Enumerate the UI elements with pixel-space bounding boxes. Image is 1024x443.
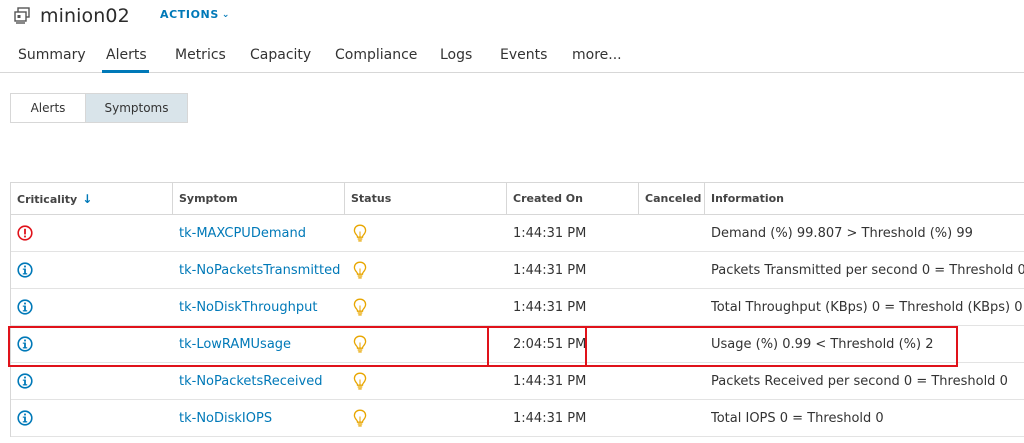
tab-logs[interactable]: Logs	[440, 47, 472, 63]
canceled-on-value	[645, 400, 705, 437]
created-on-value: 1:44:31 PM	[513, 300, 587, 315]
canceled-on-value	[645, 289, 705, 326]
lightbulb-icon	[353, 261, 367, 280]
toggle-symptoms-button[interactable]: Symptoms	[86, 94, 187, 122]
created-on-value: 1:44:31 PM	[513, 411, 587, 426]
lightbulb-icon	[353, 298, 367, 317]
canceled-on-value	[645, 215, 705, 252]
symptom-link[interactable]: tk-NoPacketsReceived	[179, 363, 345, 400]
canceled-on-value	[645, 252, 705, 289]
info-icon	[17, 262, 33, 278]
column-header-criticality[interactable]: Criticality ↓	[11, 183, 173, 215]
table-row[interactable]: tk-NoPacketsReceived 1:44:31 PM Packets Re…	[11, 363, 1024, 400]
created-on-value: 1:44:31 PM	[513, 263, 587, 278]
page-title: minion02	[40, 5, 130, 27]
table-row[interactable]: tk-MAXCPUDemand 1:44:31 PM Demand (%) 99.8…	[11, 215, 1024, 252]
view-toggle: Alerts Symptoms	[10, 93, 188, 123]
information-value: Packets Transmitted per second 0 = Thres…	[711, 263, 1024, 278]
column-header-label: Symptom	[179, 192, 238, 205]
lightbulb-icon	[353, 409, 367, 428]
table-row[interactable]: tk-LowRAMUsage 2:04:51 PM Usage (%) 0.99 <…	[11, 326, 1024, 363]
lightbulb-icon	[353, 372, 367, 391]
tab-bar: Summary Alerts Metrics Capacity Complian…	[0, 36, 1024, 73]
info-icon	[17, 299, 33, 315]
table-body: tk-MAXCPUDemand 1:44:31 PM Demand (%) 99.8…	[11, 215, 1024, 437]
column-header-status[interactable]: Status	[345, 183, 507, 215]
info-icon	[17, 336, 33, 352]
virtual-machine-icon	[14, 7, 30, 24]
symptoms-table: Criticality ↓ Symptom Status Created On C…	[10, 182, 1024, 437]
table-row[interactable]: tk-NoDiskThroughput 1:44:31 PM Total Throu…	[11, 289, 1024, 326]
created-on-value: 1:44:31 PM	[513, 374, 587, 389]
information-value: Demand (%) 99.807 > Threshold (%) 99	[711, 226, 973, 241]
canceled-on-value	[645, 363, 705, 400]
info-icon	[17, 373, 33, 389]
column-header-label: Criticality	[17, 193, 78, 206]
column-header-label: Information	[711, 192, 784, 205]
info-icon	[17, 410, 33, 426]
object-header: minion02 ACTIONS ⌄	[0, 0, 1024, 34]
created-on-value: 2:04:51 PM	[513, 337, 587, 352]
information-value: Total IOPS 0 = Threshold 0	[711, 411, 884, 426]
chevron-down-icon: ⌄	[221, 10, 231, 20]
column-header-information[interactable]: Information	[705, 183, 1024, 215]
created-on-value: 1:44:31 PM	[513, 226, 587, 241]
tab-compliance[interactable]: Compliance	[335, 47, 417, 63]
lightbulb-icon	[353, 335, 367, 354]
tab-events[interactable]: Events	[500, 47, 547, 63]
actions-label: ACTIONS	[160, 8, 219, 21]
tab-alerts[interactable]: Alerts	[106, 47, 147, 63]
toggle-alerts-button[interactable]: Alerts	[11, 94, 86, 122]
critical-alert-icon	[17, 225, 33, 241]
active-tab-indicator	[102, 70, 149, 73]
column-header-canceled-on[interactable]: Canceled ...	[639, 183, 705, 215]
symptom-link[interactable]: tk-NoDiskIOPS	[179, 400, 345, 437]
tab-more[interactable]: more...	[572, 47, 622, 63]
symptom-link[interactable]: tk-NoDiskThroughput	[179, 289, 345, 326]
information-value: Packets Received per second 0 = Threshol…	[711, 374, 1008, 389]
actions-menu-button[interactable]: ACTIONS ⌄	[160, 8, 230, 21]
table-row[interactable]: tk-NoDiskIOPS 1:44:31 PM Total IOPS 0 = Th…	[11, 400, 1024, 437]
table-row[interactable]: tk-NoPacketsTransmitted 1:44:31 PM Packets…	[11, 252, 1024, 289]
lightbulb-icon	[353, 224, 367, 243]
table-header: Criticality ↓ Symptom Status Created On C…	[11, 183, 1024, 215]
tab-capacity[interactable]: Capacity	[250, 47, 311, 63]
column-header-created-on[interactable]: Created On	[507, 183, 639, 215]
tab-metrics[interactable]: Metrics	[175, 47, 226, 63]
information-value: Usage (%) 0.99 < Threshold (%) 2	[711, 337, 934, 352]
column-header-label: Status	[351, 192, 392, 205]
information-value: Total Throughput (KBps) 0 = Threshold (K…	[711, 300, 1023, 315]
column-header-label: Canceled ...	[645, 192, 704, 205]
tab-summary[interactable]: Summary	[18, 47, 86, 63]
column-header-label: Created On	[513, 192, 583, 205]
symptom-link[interactable]: tk-LowRAMUsage	[179, 326, 345, 363]
symptom-link[interactable]: tk-NoPacketsTransmitted	[179, 252, 345, 289]
symptom-link[interactable]: tk-MAXCPUDemand	[179, 215, 345, 252]
sort-down-arrow-icon[interactable]: ↓	[82, 192, 92, 206]
canceled-on-value	[645, 326, 705, 363]
column-header-symptom[interactable]: Symptom	[173, 183, 345, 215]
